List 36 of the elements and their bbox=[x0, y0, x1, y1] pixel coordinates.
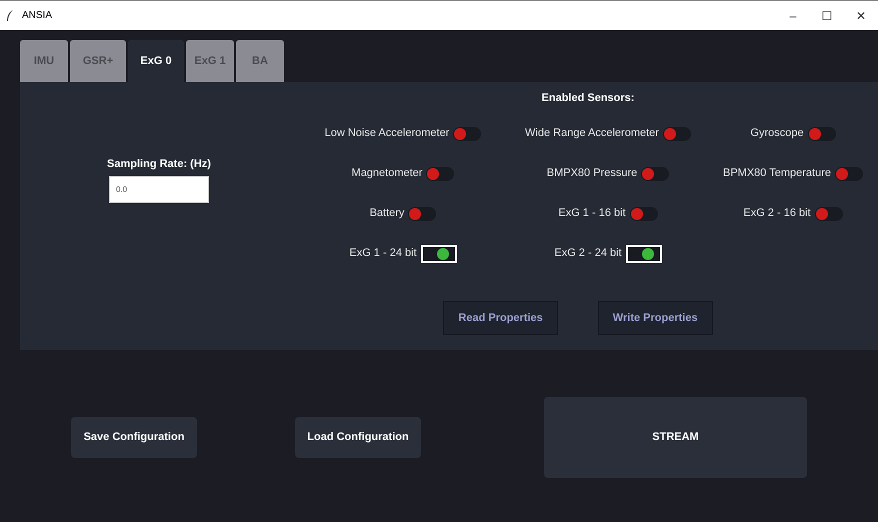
toggle-switch[interactable] bbox=[835, 166, 864, 180]
properties-button[interactable]: Write Properties bbox=[598, 300, 713, 335]
tab[interactable]: ExG 0 bbox=[128, 40, 184, 82]
feather-icon bbox=[6, 10, 14, 21]
properties-button[interactable]: Read Properties bbox=[443, 300, 558, 335]
sensor-label: ExG 2 - 16 bit bbox=[743, 206, 811, 222]
window-title: ANSIA bbox=[22, 9, 52, 23]
toggle-switch[interactable] bbox=[426, 166, 454, 180]
toggle-switch[interactable] bbox=[814, 206, 843, 220]
toggle-switch[interactable] bbox=[453, 126, 482, 140]
minimize-button[interactable]: – bbox=[776, 6, 810, 24]
sensor-label: Magnetometer bbox=[352, 166, 422, 182]
sampling-rate-field[interactable]: 0.0 bbox=[109, 176, 209, 202]
toggle-switch[interactable] bbox=[808, 126, 836, 140]
sensor-label: Battery bbox=[370, 206, 404, 222]
sensor-label: Wide Range Accelerometer bbox=[525, 126, 659, 142]
sensor-label: BPMX80 Temperature bbox=[722, 166, 832, 182]
sampling-rate-label: Sampling Rate: (Hz) bbox=[107, 157, 211, 172]
toggle-switch[interactable] bbox=[420, 244, 457, 262]
close-button[interactable]: ✕ bbox=[844, 6, 878, 24]
sensor-label: ExG 1 - 24 bit bbox=[349, 246, 417, 262]
toggle-switch[interactable] bbox=[630, 206, 658, 220]
sensor-label: BMPX80 Pressure bbox=[546, 166, 638, 182]
maximize-button[interactable]: ☐ bbox=[810, 6, 844, 24]
toggle-switch[interactable] bbox=[408, 206, 436, 220]
configuration-button[interactable]: Load Configuration bbox=[295, 417, 421, 458]
sensor-label: ExG 2 - 24 bit bbox=[554, 246, 622, 262]
toggle-switch[interactable] bbox=[662, 126, 691, 140]
sensor-label: Gyroscope bbox=[750, 126, 804, 142]
section-title: Enabled Sensors: bbox=[542, 91, 634, 106]
configuration-button[interactable]: Save Configuration bbox=[71, 417, 197, 458]
stream-button[interactable]: STREAM bbox=[544, 397, 807, 478]
sensor-label: Low Noise Accelerometer bbox=[324, 126, 450, 142]
sensor-label: ExG 1 - 16 bit bbox=[558, 206, 626, 222]
toggle-switch[interactable] bbox=[641, 166, 670, 180]
toggle-switch[interactable] bbox=[626, 244, 662, 262]
